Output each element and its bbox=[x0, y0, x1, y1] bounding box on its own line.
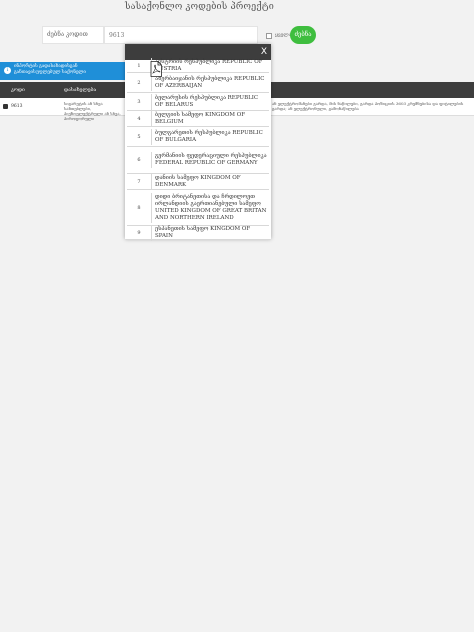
row-description-continued: ან ელექტრომანები გარდა, მის ნაწილები, გა… bbox=[272, 101, 464, 111]
row-code: 9613 bbox=[11, 104, 23, 109]
list-item[interactable]: 4 ბელგიის სამეფო KINGDOM OF BELGIUM bbox=[127, 110, 269, 127]
checkbox-label: ყველა bbox=[275, 32, 292, 38]
item-number: 2 bbox=[137, 79, 141, 86]
row-description: სიგარეტის ან სხვა სანთებლები, პიეზოელექტ… bbox=[64, 101, 121, 121]
search-label: ძებნა კოდით bbox=[42, 26, 104, 44]
item-number: 3 bbox=[137, 98, 141, 105]
info-icon: i bbox=[4, 67, 11, 74]
item-label: ბულგარეთის რესპუბლიკა REPUBLIC OF BULGAR… bbox=[151, 128, 269, 145]
item-number: 9 bbox=[137, 229, 141, 236]
info-banner-text: ინპორტის გადასახადისგან განთავისუფლებულ … bbox=[14, 64, 86, 75]
list-item[interactable]: 9 ესპანეთის სამეფო KINGDOM OF SPAIN bbox=[127, 224, 269, 241]
item-label: ბელგიის სამეფო KINGDOM OF BELGIUM bbox=[151, 110, 269, 127]
item-label: ავსტრიის რესპუბლიკა REPUBLIC OF AUSTRIA bbox=[151, 58, 269, 74]
item-number: 7 bbox=[137, 178, 141, 185]
item-number: 6 bbox=[137, 157, 141, 163]
item-number: 4 bbox=[137, 115, 141, 122]
list-item[interactable]: 5 ბულგარეთის რესპუბლიკა REPUBLIC OF BULG… bbox=[127, 127, 269, 147]
header-description: დასახელება bbox=[64, 87, 97, 93]
item-label: დიდი ბრიტანეთისა და ჩრდილოეთ ირლანდიის გ… bbox=[151, 192, 269, 223]
item-number: 5 bbox=[137, 133, 141, 140]
country-list-modal: X 1 ავსტრიის რესპუბლიკა REPUBLIC OF AUST… bbox=[125, 44, 271, 241]
info-banner[interactable]: i ინპორტის გადასახადისგან განთავისუფლებუ… bbox=[0, 62, 125, 80]
close-icon[interactable]: X bbox=[261, 46, 267, 58]
item-label: აზერბაიჯანის რესპუბლიკა REPUBLIC OF AZER… bbox=[151, 74, 269, 91]
modal-list: 1 ავსტრიის რესპუბლიკა REPUBLIC OF AUSTRI… bbox=[127, 58, 269, 241]
item-number: 1 bbox=[137, 63, 141, 69]
list-item[interactable]: 3 ბელარუსის რესპუბლიკა REPUBLIC OF BELAR… bbox=[127, 93, 269, 111]
all-checkbox[interactable] bbox=[266, 33, 272, 39]
list-item[interactable]: 7 დანიის სამეფო KINGDOM OF DENMARK bbox=[127, 173, 269, 190]
page-title: სასაქონლო კოდების პროექტი bbox=[125, 2, 274, 12]
item-number: 8 bbox=[137, 204, 141, 211]
item-label: დანიის სამეფო KINGDOM OF DENMARK bbox=[151, 173, 269, 190]
search-input[interactable] bbox=[104, 26, 258, 44]
item-label: ესპანეთის სამეფო KINGDOM OF SPAIN bbox=[151, 224, 269, 241]
list-item[interactable]: 2 აზერბაიჯანის რესპუბლიკა REPUBLIC OF AZ… bbox=[127, 73, 269, 93]
item-label: ბელარუსის რესპუბლიკა REPUBLIC OF BELARUS bbox=[151, 93, 269, 110]
list-item[interactable]: 1 ავსტრიის რესპუბლიკა REPUBLIC OF AUSTRI… bbox=[127, 58, 269, 74]
list-item[interactable]: 8 დიდი ბრიტანეთისა და ჩრდილოეთ ირლანდიის… bbox=[127, 190, 269, 226]
search-button[interactable]: ძებნა bbox=[290, 26, 316, 44]
expand-icon[interactable] bbox=[3, 104, 8, 109]
item-label: გერმანიის ფედერაციული რესპუბლიკა FEDERAL… bbox=[151, 152, 269, 168]
header-code: კოდი bbox=[11, 87, 25, 93]
list-item[interactable]: 6 გერმანიის ფედერაციული რესპუბლიკა FEDER… bbox=[127, 147, 269, 174]
pdf-icon[interactable] bbox=[150, 61, 162, 77]
